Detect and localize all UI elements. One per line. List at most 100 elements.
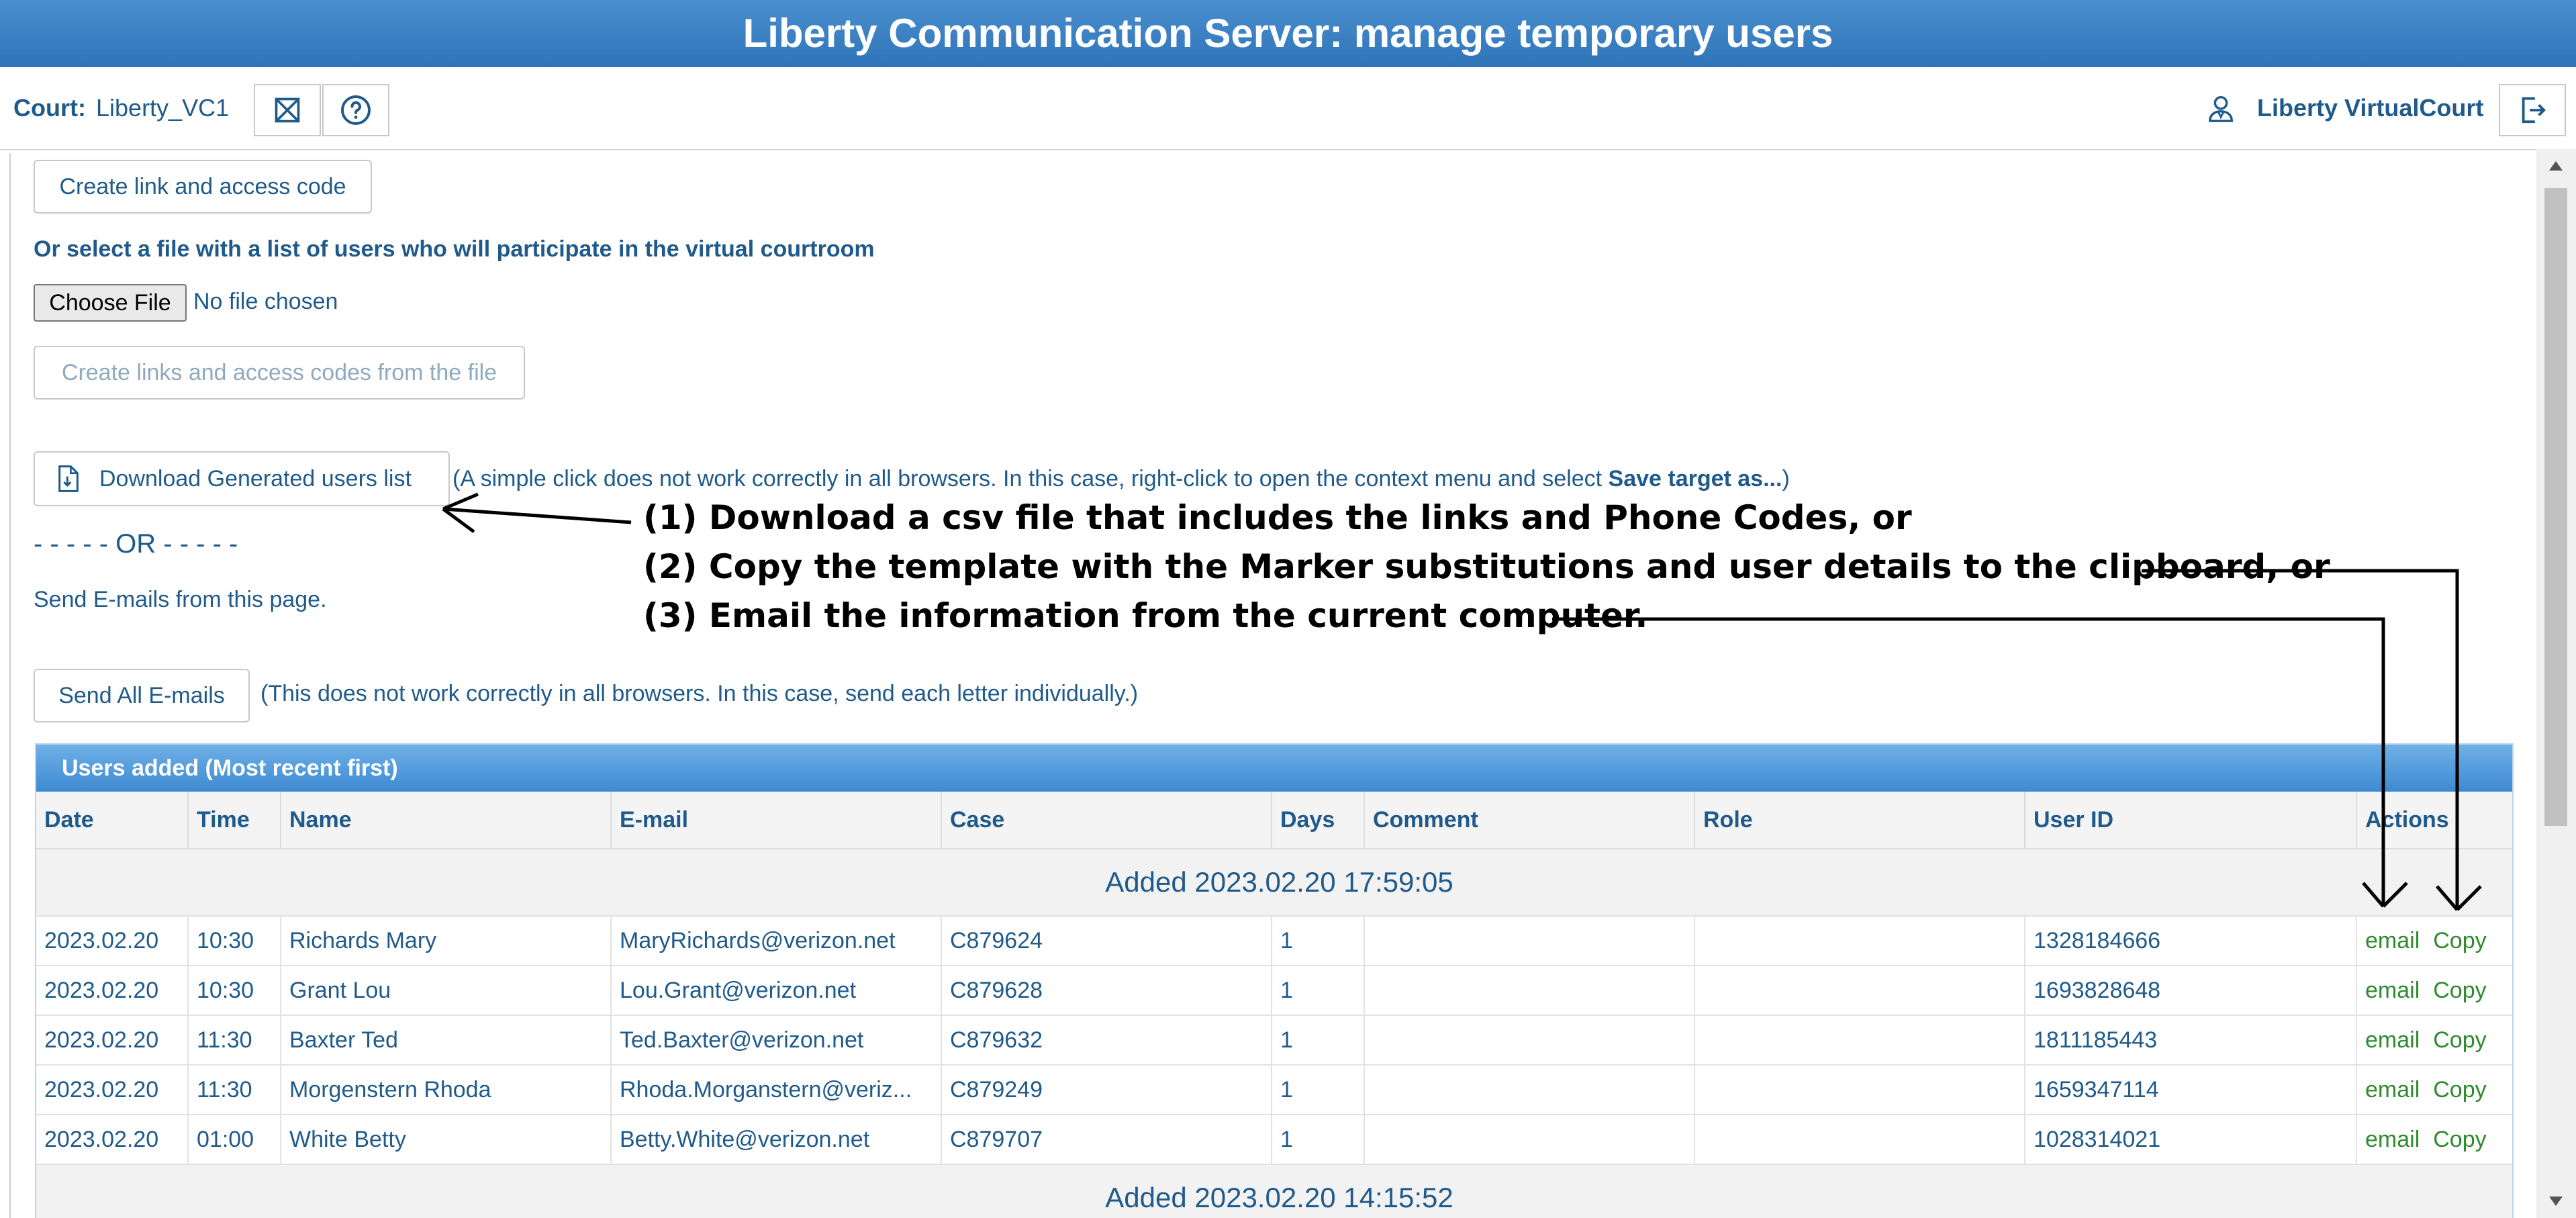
- column-header-comment[interactable]: Comment: [1364, 792, 1695, 849]
- cell-case: C879249: [941, 1065, 1272, 1115]
- save-target-text: Save target as...: [1608, 466, 1782, 491]
- table-row: 2023.02.20 11:30 Morgenstern Rhoda Rhoda…: [36, 1065, 2512, 1115]
- logout-icon: [2522, 97, 2546, 124]
- help-button[interactable]: [322, 84, 389, 136]
- table-row: 2023.02.20 10:30 Richards Mary MaryRicha…: [36, 916, 2512, 966]
- cell-comment: [1364, 1065, 1695, 1115]
- cell-user-id: 1328184666: [2025, 916, 2357, 966]
- header-bar: Court: Liberty_VC1 Liberty VirtualCourt: [0, 67, 2576, 150]
- column-header-role[interactable]: Role: [1695, 792, 2025, 849]
- cell-role: [1695, 1115, 2025, 1165]
- cell-comment: [1364, 966, 1695, 1016]
- email-action-link[interactable]: email: [2365, 1077, 2420, 1103]
- copy-action-link[interactable]: Copy: [2433, 1027, 2486, 1053]
- email-action-link[interactable]: email: [2365, 1027, 2420, 1053]
- cell-days: 1: [1272, 1015, 1365, 1066]
- logout-button[interactable]: [2499, 84, 2566, 136]
- user-icon: [2208, 95, 2234, 122]
- court-name: Liberty_VC1: [96, 94, 230, 122]
- cell-date: 2023.02.20: [36, 1065, 189, 1115]
- copy-action-link[interactable]: Copy: [2433, 1127, 2486, 1152]
- copy-action-link[interactable]: Copy: [2433, 978, 2486, 1003]
- cell-time: 11:30: [188, 1015, 281, 1066]
- column-header-case[interactable]: Case: [941, 792, 1272, 849]
- cell-case: C879624: [941, 916, 1272, 966]
- cell-days: 1: [1272, 1065, 1365, 1115]
- cell-name: Morgenstern Rhoda: [281, 1065, 612, 1115]
- cell-role: [1695, 966, 2025, 1016]
- cell-role: [1695, 916, 2025, 966]
- cell-days: 1: [1272, 966, 1365, 1016]
- vertical-scrollbar[interactable]: [2536, 149, 2576, 1218]
- table-row: 2023.02.20 11:30 Baxter Ted Ted.Baxter@v…: [36, 1015, 2512, 1066]
- download-users-button[interactable]: Download Generated users list: [34, 451, 450, 506]
- column-header-email[interactable]: E-mail: [611, 792, 942, 849]
- download-hint-prefix: (A simple click does not work correctly …: [452, 466, 1609, 491]
- cell-date: 2023.02.20: [36, 966, 189, 1016]
- download-hint-suffix: ): [1782, 466, 1790, 491]
- envelope-x-icon: [275, 97, 300, 123]
- email-action-link[interactable]: email: [2365, 978, 2420, 1003]
- send-all-hint: (This does not work correctly in all bro…: [260, 681, 1139, 706]
- cell-actions: email Copy: [2356, 1065, 2512, 1115]
- cell-time: 11:30: [188, 1065, 281, 1115]
- cell-user-id: 1659347114: [2025, 1065, 2357, 1115]
- create-from-file-button[interactable]: Create links and access codes from the f…: [34, 346, 525, 400]
- cell-case: C879632: [941, 1015, 1272, 1066]
- cell-name: White Betty: [281, 1115, 612, 1165]
- cell-days: 1: [1272, 916, 1365, 966]
- group-row: Added 2023.02.20 17:59:05: [36, 849, 2512, 917]
- cell-user-id: 1693828648: [2025, 966, 2357, 1016]
- user-name[interactable]: Liberty VirtualCourt: [2257, 94, 2483, 122]
- cell-comment: [1364, 1015, 1695, 1066]
- cell-email: Ted.Baxter@verizon.net: [611, 1015, 942, 1066]
- send-all-emails-button[interactable]: Send All E-mails: [34, 669, 250, 722]
- scroll-thumb[interactable]: [2544, 188, 2567, 826]
- cell-actions: email Copy: [2356, 1015, 2512, 1066]
- cell-date: 2023.02.20: [36, 1115, 189, 1165]
- cell-date: 2023.02.20: [36, 916, 189, 966]
- group-label: Added 2023.02.20 17:59:05: [36, 849, 2512, 917]
- cell-actions: email Copy: [2356, 1115, 2512, 1165]
- email-action-link[interactable]: email: [2365, 1127, 2420, 1152]
- download-button-label: Download Generated users list: [99, 465, 412, 491]
- cell-case: C879707: [941, 1115, 1272, 1165]
- cell-actions: email Copy: [2356, 916, 2512, 966]
- cell-email: Betty.White@verizon.net: [611, 1115, 942, 1165]
- cell-role: [1695, 1015, 2025, 1066]
- cell-comment: [1364, 1115, 1695, 1165]
- column-header-actions: Actions: [2356, 792, 2512, 849]
- cell-name: Richards Mary: [281, 916, 612, 966]
- group-label: Added 2023.02.20 14:15:52: [36, 1164, 2512, 1218]
- question-circle-icon: [341, 95, 371, 125]
- court-label: Court:: [13, 94, 86, 122]
- cell-email: Lou.Grant@verizon.net: [611, 966, 942, 1016]
- table-row: 2023.02.20 01:00 White Betty Betty.White…: [36, 1115, 2512, 1165]
- column-header-days[interactable]: Days: [1272, 792, 1365, 849]
- column-header-date[interactable]: Date: [36, 792, 189, 849]
- annotation-2: (2) Copy the template with the Marker su…: [643, 547, 2330, 586]
- users-panel: Users added (Most recent first) Date Tim…: [35, 743, 2514, 1218]
- table-header-row: Date Time Name E-mail Case Days Comment …: [36, 792, 2512, 849]
- scroll-up-arrow[interactable]: [2549, 161, 2563, 171]
- download-hint: (A simple click does not work correctly …: [452, 466, 1790, 492]
- cell-email: Rhoda.Morganstern@veriz...: [611, 1065, 942, 1115]
- main-content: Create link and access code Or select a …: [9, 153, 2535, 1218]
- users-panel-title: Users added (Most recent first): [36, 745, 2512, 792]
- cell-case: C879628: [941, 966, 1272, 1016]
- annotation-1: (1) Download a csv file that includes th…: [643, 498, 1912, 537]
- email-action-link[interactable]: email: [2365, 928, 2420, 953]
- scroll-down-arrow[interactable]: [2549, 1197, 2563, 1206]
- copy-action-link[interactable]: Copy: [2433, 928, 2486, 953]
- column-header-time[interactable]: Time: [188, 792, 281, 849]
- cell-days: 1: [1272, 1115, 1365, 1165]
- email-template-button[interactable]: [254, 84, 321, 136]
- cell-actions: email Copy: [2356, 966, 2512, 1016]
- create-link-button[interactable]: Create link and access code: [34, 160, 372, 214]
- copy-action-link[interactable]: Copy: [2433, 1077, 2486, 1103]
- column-header-name[interactable]: Name: [281, 792, 612, 849]
- choose-file-button[interactable]: Choose File: [34, 284, 187, 322]
- column-header-user-id[interactable]: User ID: [2025, 792, 2357, 849]
- cell-role: [1695, 1065, 2025, 1115]
- page-title: Liberty Communication Server: manage tem…: [0, 0, 2576, 67]
